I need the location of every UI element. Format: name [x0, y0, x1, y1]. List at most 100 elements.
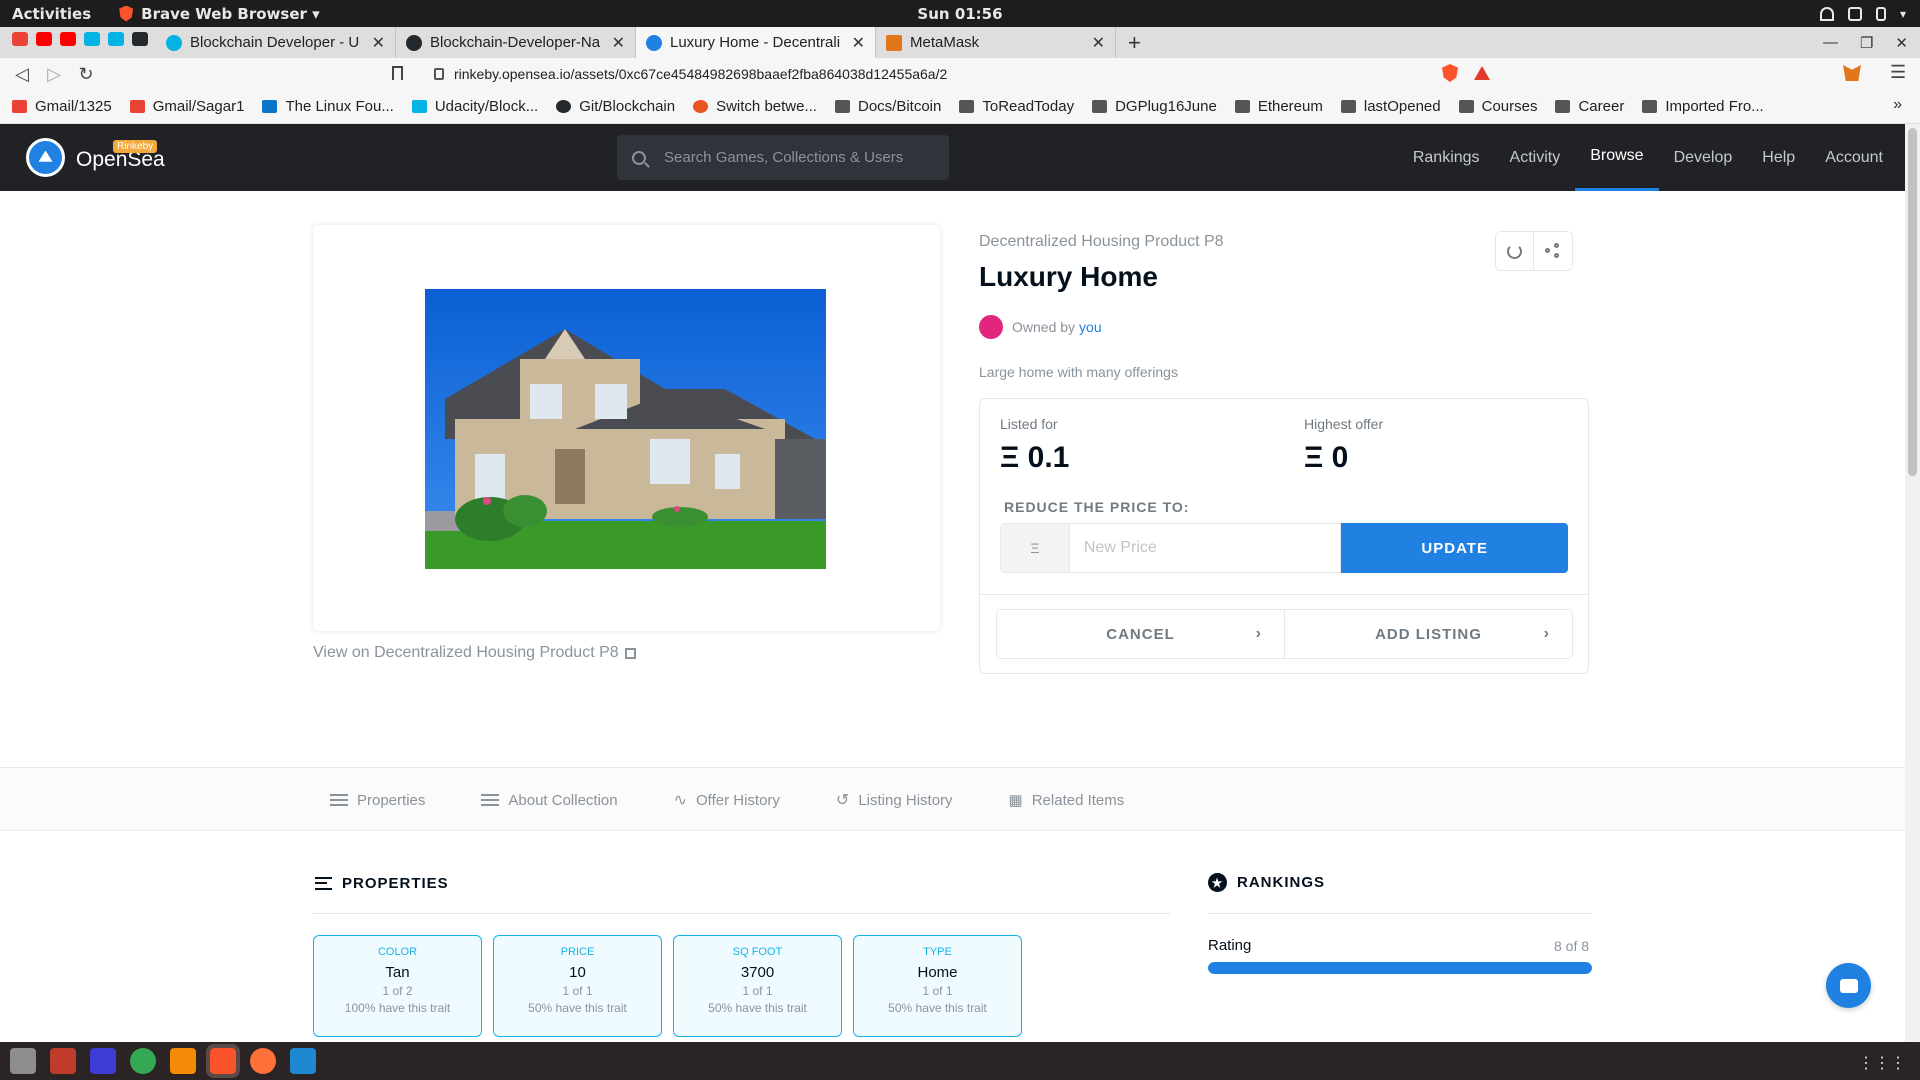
owner-avatar[interactable]: [979, 315, 1003, 339]
opensea-logo-icon[interactable]: [26, 138, 65, 177]
browser-tab-bar: Blockchain Developer - Uda ✕ Blockchain-…: [0, 27, 1920, 58]
bookmark-folder[interactable]: Ethereum: [1234, 98, 1323, 115]
chrome-icon[interactable]: [130, 1048, 156, 1074]
chat-icon: [1839, 978, 1858, 993]
cancel-button[interactable]: CANCEL ›: [997, 610, 1285, 658]
trait-count: 1 of 1: [562, 984, 593, 998]
bookmark-item[interactable]: Gmail/Sagar1: [129, 98, 244, 115]
system-tray[interactable]: ▾: [1819, 6, 1906, 21]
back-icon[interactable]: ◁: [6, 64, 38, 85]
more-bookmarks-button[interactable]: »: [1893, 96, 1902, 114]
terminal-icon[interactable]: [50, 1048, 76, 1074]
owner-link[interactable]: you: [1079, 319, 1102, 335]
share-button[interactable]: [1534, 232, 1572, 270]
bookmark-folder[interactable]: lastOpened: [1340, 98, 1441, 115]
bookmark-label: Ethereum: [1257, 98, 1323, 115]
scrollbar-thumb[interactable]: [1908, 128, 1917, 476]
trait-rarity: 50% have this trait: [888, 1001, 987, 1015]
close-icon[interactable]: ✕: [852, 33, 865, 53]
bookmark-item[interactable]: Switch betwe...: [693, 98, 817, 115]
bookmark-item[interactable]: The Linux Fou...: [262, 98, 394, 115]
tab-listing-history[interactable]: ↺ Listing History: [836, 790, 953, 810]
tab-related-items[interactable]: ▦ Related Items: [1009, 791, 1125, 810]
property-card[interactable]: SQ FOOT 3700 1 of 1 50% have this trait: [673, 935, 842, 1037]
files-icon[interactable]: [10, 1048, 36, 1074]
forward-icon[interactable]: ▷: [38, 64, 70, 85]
trait-count: 1 of 2: [382, 984, 413, 998]
update-button[interactable]: UPDATE: [1341, 523, 1568, 573]
reload-icon[interactable]: ↻: [70, 64, 102, 85]
add-listing-button[interactable]: ADD LISTING ›: [1285, 610, 1572, 658]
brave-rewards-icon[interactable]: [1474, 66, 1490, 80]
document-icon: [481, 794, 500, 806]
view-on-collection-link[interactable]: View on Decentralized Housing Product P8: [313, 644, 636, 662]
sublime-icon[interactable]: [170, 1048, 196, 1074]
nav-account[interactable]: Account: [1810, 124, 1905, 191]
bookmark-label: Udacity/Block...: [434, 98, 539, 115]
menu-icon[interactable]: ☰: [1890, 62, 1906, 83]
new-tab-button[interactable]: +: [1116, 27, 1153, 58]
gmail-icon: [12, 100, 27, 113]
system-clock[interactable]: Sun 01:56: [917, 5, 1002, 23]
pinned-tab-github-icon[interactable]: [132, 31, 148, 46]
bookmark-item[interactable]: Gmail/1325: [12, 98, 112, 115]
bookmark-icon[interactable]: [392, 66, 403, 80]
chevron-right-icon: ›: [1543, 625, 1550, 642]
tab-github[interactable]: Blockchain-Developer-Nan ✕: [396, 27, 636, 58]
bookmark-item[interactable]: Udacity/Block...: [411, 98, 539, 115]
tab-about-collection[interactable]: About Collection: [481, 792, 618, 809]
url-text[interactable]: rinkeby.opensea.io/assets/0xc67ce4548498…: [454, 66, 947, 82]
intellij-icon[interactable]: [90, 1048, 116, 1074]
tab-offer-history[interactable]: ∿ Offer History: [674, 790, 780, 810]
brave-shields-icon[interactable]: [1442, 64, 1458, 82]
search-bar[interactable]: [617, 135, 949, 180]
bookmark-folder[interactable]: ToReadToday: [959, 98, 1074, 115]
refresh-button[interactable]: [1496, 232, 1534, 270]
close-icon[interactable]: ✕: [612, 33, 625, 53]
tab-properties[interactable]: Properties: [330, 792, 425, 809]
property-card[interactable]: PRICE 10 1 of 1 50% have this trait: [493, 935, 662, 1037]
maximize-icon[interactable]: ❐: [1860, 34, 1873, 52]
tab-opensea[interactable]: Luxury Home - Decentraliz ✕: [636, 27, 876, 58]
app-menu[interactable]: Brave Web Browser ▾: [119, 5, 320, 23]
close-icon[interactable]: ✕: [372, 33, 385, 53]
bookmark-item[interactable]: Git/Blockchain: [556, 98, 675, 115]
nav-help[interactable]: Help: [1747, 124, 1810, 191]
wifi-icon: [1819, 6, 1834, 21]
close-window-icon[interactable]: ✕: [1895, 34, 1908, 52]
minimize-icon[interactable]: —: [1823, 34, 1838, 51]
nav-rankings[interactable]: Rankings: [1398, 124, 1495, 191]
new-price-input[interactable]: [1069, 523, 1342, 573]
activities-button[interactable]: Activities: [12, 5, 91, 23]
bookmark-folder[interactable]: Imported Fro...: [1642, 98, 1764, 115]
nav-develop[interactable]: Develop: [1659, 124, 1748, 191]
property-card[interactable]: TYPE Home 1 of 1 50% have this trait: [853, 935, 1022, 1037]
search-input[interactable]: [664, 149, 934, 166]
vscode-icon[interactable]: [290, 1048, 316, 1074]
bookmark-folder[interactable]: Courses: [1458, 98, 1537, 115]
app-grid-icon[interactable]: ⋮⋮⋮: [1858, 1053, 1906, 1073]
nav-activity[interactable]: Activity: [1495, 124, 1576, 191]
tab-metamask[interactable]: MetaMask ✕: [876, 27, 1116, 58]
pinned-tab-youtube-icon[interactable]: [36, 31, 52, 46]
pinned-tab-youtube-icon[interactable]: [60, 31, 76, 46]
brave-icon[interactable]: [206, 1044, 240, 1078]
address-bar[interactable]: rinkeby.opensea.io/assets/0xc67ce4548498…: [420, 61, 1430, 87]
collection-name-link[interactable]: Decentralized Housing Product P8: [979, 233, 1224, 251]
bookmark-folder[interactable]: DGPlug16June: [1092, 98, 1217, 115]
chat-button[interactable]: [1826, 963, 1871, 1008]
eth-currency-icon: Ξ: [1000, 523, 1070, 573]
pinned-tab-udacity-icon[interactable]: [84, 31, 100, 46]
asset-title: Luxury Home: [979, 261, 1158, 292]
bookmark-folder[interactable]: Docs/Bitcoin: [834, 98, 941, 115]
bookmark-folder[interactable]: Career: [1555, 98, 1624, 115]
nav-browse[interactable]: Browse: [1575, 124, 1659, 191]
property-card[interactable]: COLOR Tan 1 of 2 100% have this trait: [313, 935, 482, 1037]
pinned-tab-gmail-icon[interactable]: [12, 31, 28, 46]
page-scrollbar[interactable]: [1905, 124, 1920, 1042]
firefox-icon[interactable]: [250, 1048, 276, 1074]
close-icon[interactable]: ✕: [1092, 33, 1105, 53]
tab-udacity[interactable]: Blockchain Developer - Uda ✕: [156, 27, 396, 58]
pinned-tab-udacity-icon[interactable]: [108, 31, 124, 46]
metamask-extension-icon[interactable]: [1843, 65, 1861, 81]
